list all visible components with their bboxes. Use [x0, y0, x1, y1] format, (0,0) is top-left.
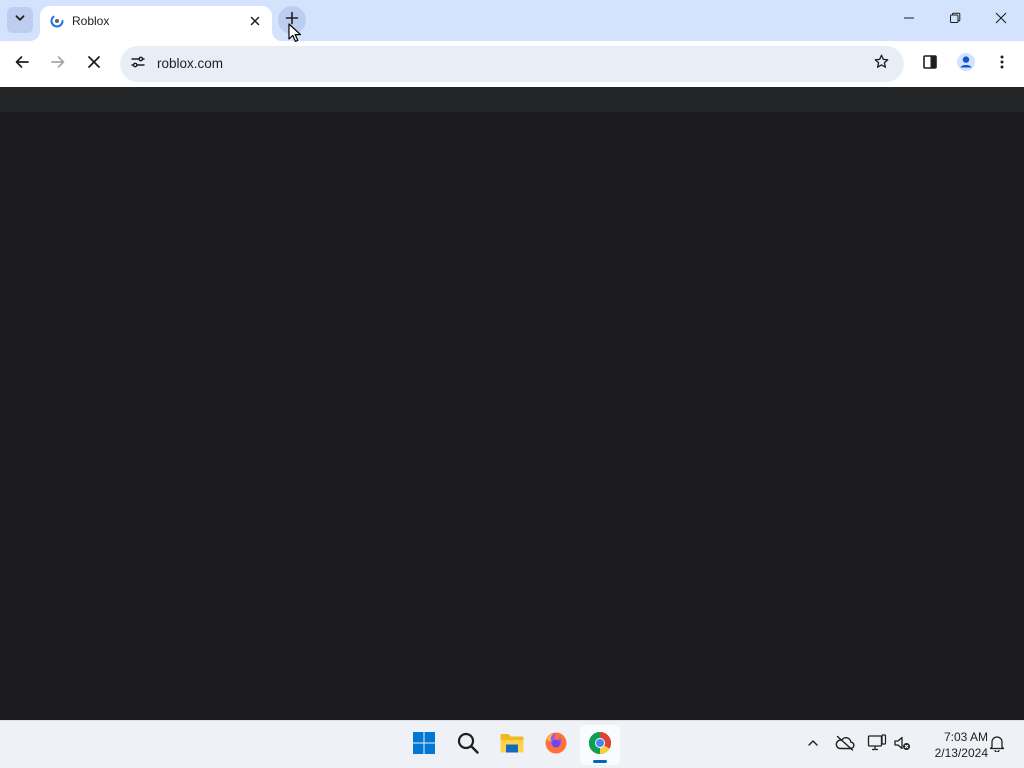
tune-icon	[130, 54, 146, 75]
url-text[interactable]: roblox.com	[157, 56, 223, 71]
site-info-button[interactable]	[125, 51, 151, 77]
system-clock[interactable]: 7:03 AM 2/13/2024	[918, 729, 988, 761]
stop-loading-button[interactable]	[78, 48, 110, 80]
tab-search-button[interactable]	[7, 7, 33, 33]
taskbar: 7:03 AM 2/13/2024	[0, 720, 1024, 768]
network-icon	[867, 733, 887, 757]
show-hidden-icons-button[interactable]	[801, 733, 825, 757]
onedrive-button[interactable]	[833, 733, 857, 757]
arrow-left-icon	[14, 54, 30, 75]
active-app-indicator	[593, 760, 607, 763]
taskbar-search-button[interactable]	[448, 725, 488, 765]
close-icon	[87, 55, 101, 74]
file-explorer-button[interactable]	[492, 725, 532, 765]
onedrive-offline-icon	[835, 735, 855, 756]
notifications-button[interactable]	[985, 733, 1009, 757]
tab-strip: Roblox	[0, 0, 1024, 41]
back-button[interactable]	[6, 48, 38, 80]
arrow-right-icon	[50, 54, 66, 75]
page-content	[0, 87, 1024, 720]
close-window-button[interactable]	[978, 0, 1024, 40]
network-button[interactable]	[865, 733, 889, 757]
chevron-up-icon	[807, 736, 819, 754]
address-bar[interactable]: roblox.com	[120, 46, 904, 82]
close-icon	[995, 11, 1007, 29]
bookmark-button[interactable]	[870, 53, 892, 75]
forward-button[interactable]	[42, 48, 74, 80]
page-header-bar	[0, 87, 1024, 112]
start-button[interactable]	[404, 725, 444, 765]
bell-icon	[989, 734, 1005, 757]
windows-start-icon	[412, 731, 436, 760]
side-panel-button[interactable]	[914, 48, 946, 80]
browser-toolbar: roblox.com	[0, 41, 1024, 87]
chrome-button[interactable]	[580, 725, 620, 765]
file-explorer-icon	[499, 731, 525, 760]
clock-time: 7:03 AM	[943, 730, 988, 744]
volume-muted-icon	[893, 734, 911, 757]
restore-icon	[949, 11, 961, 29]
loading-spinner-icon	[49, 13, 65, 29]
firefox-icon	[544, 731, 568, 760]
tab-title: Roblox	[72, 14, 110, 28]
tab-roblox[interactable]: Roblox	[40, 6, 272, 41]
profile-icon	[956, 52, 976, 77]
chrome-icon	[588, 731, 612, 760]
firefox-button[interactable]	[536, 725, 576, 765]
restore-button[interactable]	[932, 0, 978, 40]
menu-button[interactable]	[986, 48, 1018, 80]
more-vertical-icon	[994, 54, 1010, 75]
minimize-icon	[903, 11, 915, 29]
close-icon[interactable]	[246, 12, 264, 30]
side-panel-icon	[922, 54, 938, 75]
minimize-button[interactable]	[886, 0, 932, 40]
star-icon	[873, 53, 890, 75]
chevron-down-icon	[14, 11, 26, 29]
search-icon	[456, 731, 480, 760]
profile-button[interactable]	[950, 48, 982, 80]
volume-button[interactable]	[890, 733, 914, 757]
clock-date: 2/13/2024	[934, 746, 988, 760]
mouse-cursor-icon	[288, 23, 302, 43]
